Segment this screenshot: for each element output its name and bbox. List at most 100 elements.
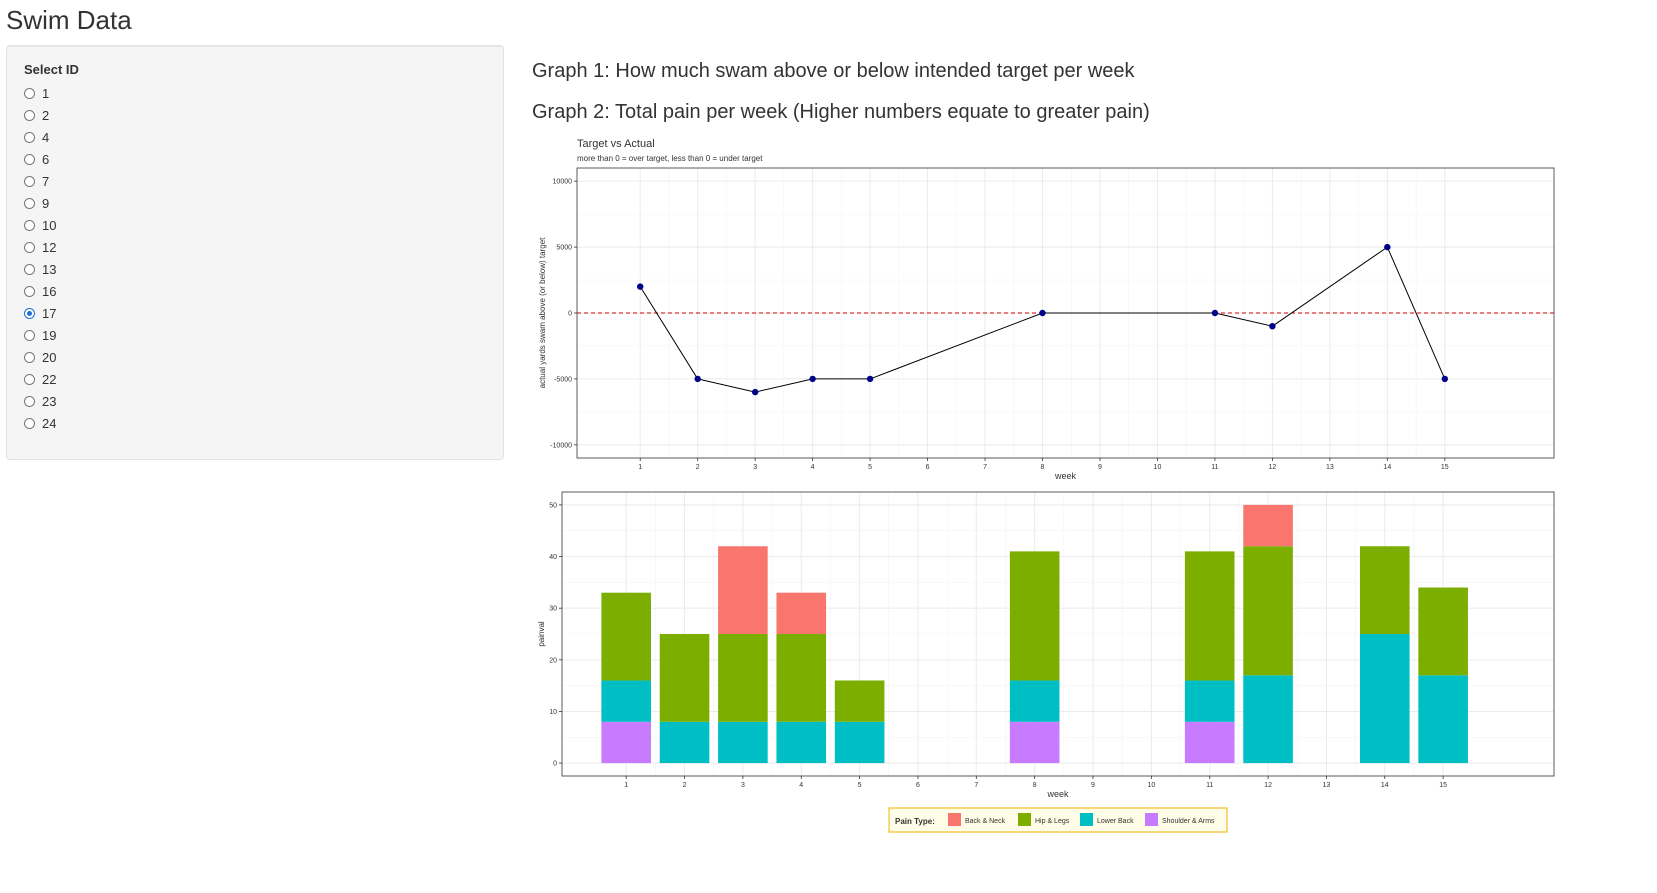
- y-tick-label: 5000: [556, 245, 572, 252]
- radio-circle[interactable]: [24, 395, 35, 407]
- radio-label: 13: [42, 261, 57, 277]
- radio-option-2[interactable]: 2: [24, 104, 56, 126]
- x-tick-label: 11: [1211, 464, 1218, 471]
- legend-label: Lower Back: [1097, 818, 1134, 825]
- radio-circle[interactable]: [24, 241, 35, 253]
- bar-segment: [1009, 680, 1060, 722]
- x-tick-label: 2: [683, 782, 687, 789]
- x-tick-label: 10: [1154, 464, 1162, 471]
- data-point: [751, 388, 759, 396]
- radio-label: 20: [42, 349, 57, 365]
- y-tick-label: 0: [568, 311, 572, 318]
- radio-option-22[interactable]: 22: [24, 368, 56, 390]
- radio-option-9[interactable]: 9: [24, 192, 56, 214]
- x-tick-label: 2: [696, 464, 700, 471]
- bar-segment: [718, 721, 768, 764]
- radio-label: 1: [42, 85, 50, 101]
- legend: Pain Type: Back & Neck Hip & Legs Lower Bac…: [888, 807, 1228, 833]
- legend-title: Pain Type:: [895, 817, 935, 826]
- graph1-heading: Graph 1: How much swam above or below in…: [532, 60, 1135, 82]
- x-tick-label: 7: [974, 782, 978, 789]
- radio-circle[interactable]: [24, 131, 35, 143]
- graph2-heading: Graph 2: Total pain per week (Higher num…: [532, 101, 1150, 123]
- radio-label: 22: [42, 371, 57, 387]
- radio-circle[interactable]: [24, 329, 35, 341]
- radio-option-7[interactable]: 7: [24, 170, 56, 192]
- y-axis-label: actual yards swam above (or below) targe…: [538, 237, 547, 389]
- radio-circle[interactable]: [24, 87, 35, 99]
- radio-label: 7: [42, 173, 50, 189]
- app-title: Swim Data: [6, 5, 132, 35]
- pain-per-week-chart: 1 2 3 4 5 6 7 8 9 10 11 12 13 14 1501020304050weekpain…: [537, 491, 1555, 833]
- x-tick-label: 3: [741, 782, 745, 789]
- radio-option-20[interactable]: 20: [24, 346, 56, 368]
- radio-circle[interactable]: [24, 307, 35, 319]
- x-tick-label: 6: [926, 464, 930, 471]
- y-tick-label: 0: [553, 761, 557, 768]
- radio-option-4[interactable]: 4: [24, 126, 56, 148]
- radio-option-17[interactable]: 17: [24, 302, 56, 324]
- radio-circle[interactable]: [24, 263, 35, 275]
- select-id-label: Select ID: [24, 62, 79, 77]
- y-tick-label: 20: [549, 657, 557, 664]
- radio-option-10[interactable]: 10: [24, 214, 56, 236]
- bar-segment: [1184, 721, 1235, 764]
- x-tick-label: 5: [868, 464, 872, 471]
- radio-option-12[interactable]: 12: [24, 236, 56, 258]
- radio-option-24[interactable]: 24: [24, 412, 56, 434]
- radio-circle[interactable]: [24, 417, 35, 429]
- radio-circle[interactable]: [24, 351, 35, 363]
- y-tick-label: 40: [549, 554, 557, 561]
- x-tick-label: 1: [638, 464, 642, 471]
- x-tick-label: 13: [1326, 464, 1334, 471]
- radio-circle[interactable]: [24, 219, 35, 231]
- legend-key: [1145, 813, 1158, 826]
- data-point: [866, 375, 874, 383]
- bar-segment: [1359, 634, 1410, 764]
- x-tick-label: 12: [1268, 464, 1276, 471]
- bar-segment: [776, 592, 827, 634]
- x-tick-label: 15: [1439, 782, 1447, 789]
- data-point: [637, 283, 644, 290]
- x-tick-label: 3: [753, 464, 757, 471]
- radio-label: 12: [42, 239, 57, 255]
- x-tick-label: 4: [811, 464, 815, 471]
- radio-label: 17: [42, 305, 57, 321]
- x-tick-label: 7: [983, 464, 987, 471]
- radio-option-19[interactable]: 19: [24, 324, 56, 346]
- data-point: [1269, 322, 1276, 330]
- radio-circle[interactable]: [24, 175, 35, 187]
- radio-circle[interactable]: [24, 109, 35, 121]
- data-point: [809, 375, 816, 383]
- legend-key: [1018, 813, 1031, 826]
- sidebar-panel: Select ID 1 2 4 6 7 9 10 12 13 16 17 19 20 22 23 24: [6, 45, 504, 460]
- radio-option-1[interactable]: 1: [24, 82, 56, 104]
- data-point: [1384, 243, 1391, 251]
- bar-segment: [1418, 587, 1468, 676]
- chart-subtitle: more than 0 = over target, less than 0 =…: [577, 154, 763, 163]
- radio-option-6[interactable]: 6: [24, 148, 56, 170]
- data-point: [1039, 309, 1046, 317]
- bar-segment: [1418, 675, 1468, 764]
- x-tick-label: 8: [1041, 464, 1045, 471]
- radio-option-23[interactable]: 23: [24, 390, 56, 412]
- bar-segment: [776, 721, 827, 764]
- bar-segment: [601, 721, 651, 764]
- radio-circle[interactable]: [24, 197, 35, 209]
- data-point: [1441, 375, 1449, 383]
- legend-key: [1080, 813, 1093, 826]
- radio-circle[interactable]: [24, 153, 35, 165]
- radio-circle[interactable]: [24, 373, 35, 385]
- radio-circle[interactable]: [24, 285, 35, 297]
- bar-segment: [1184, 680, 1235, 722]
- radio-option-16[interactable]: 16: [24, 280, 56, 302]
- legend-label: Shoulder & Arms: [1162, 818, 1215, 825]
- radio-option-13[interactable]: 13: [24, 258, 56, 280]
- radio-label: 10: [42, 217, 57, 233]
- radio-label: 4: [42, 129, 50, 145]
- radio-label: 16: [42, 283, 57, 299]
- bar-segment: [1243, 675, 1293, 764]
- bar-segment: [776, 634, 827, 722]
- x-tick-label: 11: [1206, 782, 1213, 789]
- legend-key: [948, 813, 961, 826]
